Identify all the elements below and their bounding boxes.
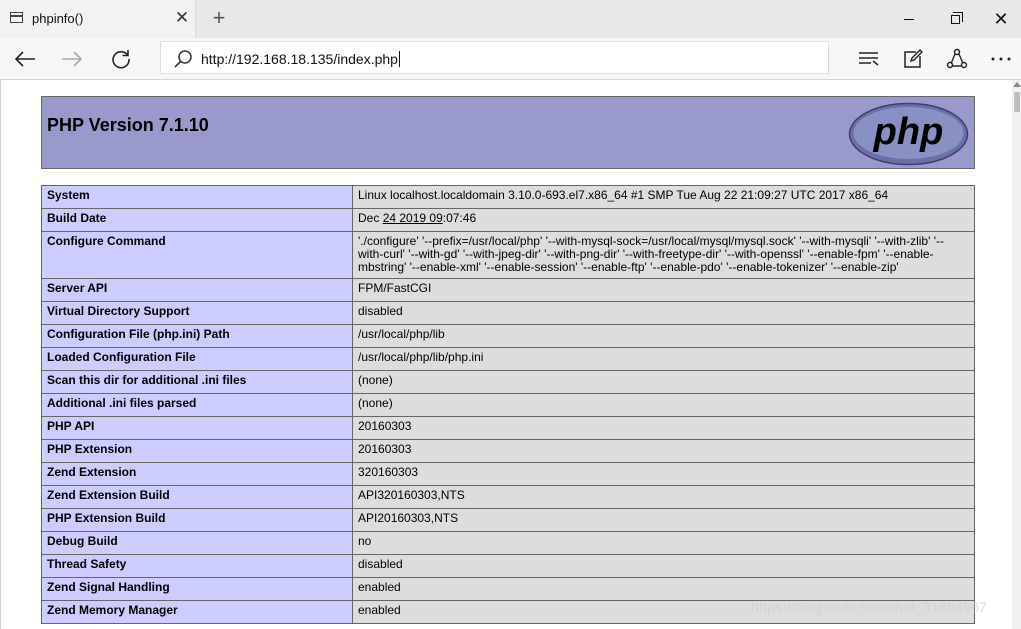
row-key: Loaded Configuration File: [41, 347, 353, 371]
refresh-button[interactable]: [106, 44, 136, 74]
row-key: Configuration File (php.ini) Path: [41, 324, 353, 348]
scroll-thumb[interactable]: [1014, 92, 1020, 112]
text-caret: [398, 51, 400, 67]
table-row: System Linux localhost.localdomain 3.10.0…: [41, 185, 975, 209]
row-key: Debug Build: [41, 531, 353, 555]
row-key: PHP Extension Build: [41, 508, 353, 532]
row-value: FPM/FastCGI: [352, 278, 975, 302]
search-icon: [174, 50, 192, 68]
row-value: Dec 24 2019 09:07:46: [352, 208, 975, 232]
hub-button[interactable]: [854, 44, 884, 74]
row-key: Additional .ini files parsed: [41, 393, 353, 417]
refresh-icon: [112, 50, 130, 69]
php-version-header: PHP Version 7.1.10 php: [41, 96, 975, 169]
table-row: Additional .ini files parsed (none): [41, 393, 975, 417]
value-underlined-text: 24 2019 09: [382, 211, 443, 225]
php-logo[interactable]: php: [848, 102, 969, 166]
address-bar[interactable]: http://192.168.18.135/index.php: [160, 41, 829, 74]
url-text[interactable]: http://192.168.18.135/index.php: [201, 51, 400, 67]
row-key: PHP Extension: [41, 439, 353, 463]
php-logo-text: php: [873, 111, 944, 153]
row-key: Zend Extension: [41, 462, 353, 486]
row-value: no: [352, 531, 975, 555]
hub-icon: [859, 52, 879, 66]
restore-button[interactable]: [932, 0, 978, 38]
row-value: 20160303: [352, 416, 975, 440]
table-row: Zend Signal Handling enabled: [41, 577, 975, 601]
value-text: Dec: [358, 211, 383, 225]
close-window-button[interactable]: ✕: [978, 0, 1021, 38]
row-value: (none): [352, 370, 975, 394]
table-row: Thread Safety disabled: [41, 554, 975, 578]
page-icon: [10, 12, 23, 23]
close-tab-icon[interactable]: ✕: [174, 8, 190, 28]
more-icon: [991, 57, 1011, 61]
share-button[interactable]: [942, 44, 972, 74]
value-text: :07:46: [442, 211, 477, 225]
php-info-table: System Linux localhost.localdomain 3.10.0…: [41, 185, 975, 624]
forward-arrow-icon: [62, 51, 83, 67]
browser-tab[interactable]: phpinfo() ✕: [0, 0, 196, 38]
minimize-button[interactable]: [886, 0, 932, 38]
share-icon: [946, 48, 968, 69]
row-key: Server API: [41, 278, 353, 302]
page-viewport: PHP Version 7.1.10 php System Linux local…: [0, 80, 1021, 629]
row-key: Configure Command: [41, 231, 353, 279]
row-key: Virtual Directory Support: [41, 301, 353, 325]
row-key: PHP API: [41, 416, 353, 440]
row-value: API320160303,NTS: [352, 485, 975, 509]
close-icon: ✕: [993, 8, 1009, 29]
row-value: 20160303: [352, 439, 975, 463]
row-key: Zend Memory Manager: [41, 600, 353, 624]
table-row: Loaded Configuration File/usr/local/php/…: [41, 347, 975, 371]
back-button[interactable]: [10, 44, 40, 74]
web-note-icon: [904, 49, 923, 68]
web-note-button[interactable]: [898, 44, 928, 74]
table-row: Debug Build no: [41, 531, 975, 555]
forward-button[interactable]: [57, 44, 87, 74]
new-tab-icon[interactable]: +: [208, 6, 230, 30]
minimize-icon: [904, 18, 914, 20]
table-row: Virtual Directory Support disabled: [41, 301, 975, 325]
row-value: Linux localhost.localdomain 3.10.0-693.e…: [352, 185, 975, 209]
table-row: Build Date Dec 24 2019 09:07:46: [41, 208, 975, 232]
row-value: 320160303: [352, 462, 975, 486]
row-key: Zend Signal Handling: [41, 577, 353, 601]
table-row: Scan this dir for additional .ini files(…: [41, 370, 975, 394]
page-title: PHP Version 7.1.10: [47, 115, 209, 135]
table-row: Configure Command './configure' '--prefix…: [41, 231, 975, 279]
row-value: enabled: [352, 577, 975, 601]
row-value: (none): [352, 393, 975, 417]
row-value: disabled: [352, 554, 975, 578]
navigation-bar: http://192.168.18.135/index.php: [0, 38, 1021, 80]
scroll-up-icon[interactable]: [1013, 82, 1021, 87]
vertical-scrollbar[interactable]: [1012, 80, 1021, 629]
back-arrow-icon: [14, 51, 35, 67]
table-row: Configuration File (php.ini) Path/usr/lo…: [41, 324, 975, 348]
table-row: PHP Extension Build API20160303,NTS: [41, 508, 975, 532]
row-key: Zend Extension Build: [41, 485, 353, 509]
restore-icon: [950, 11, 963, 24]
row-value: API20160303,NTS: [352, 508, 975, 532]
row-value: /usr/local/php/lib/php.ini: [352, 347, 975, 371]
table-row: PHP Extension 20160303: [41, 439, 975, 463]
row-key: System: [41, 185, 353, 209]
row-key: Build Date: [41, 208, 353, 232]
watermark: https://blog.csdn.net/sinat_31884967: [751, 599, 988, 615]
row-key: Scan this dir for additional .ini files: [41, 370, 353, 394]
tab-title: phpinfo(): [32, 11, 84, 26]
row-value: './configure' '--prefix=/usr/local/php' …: [352, 231, 975, 279]
tab-bar: phpinfo() ✕ + ✕: [0, 0, 1021, 38]
table-row: Zend Extension Build API320160303,NTS: [41, 485, 975, 509]
more-button[interactable]: [986, 44, 1016, 74]
row-value: disabled: [352, 301, 975, 325]
row-value: /usr/local/php/lib: [352, 324, 975, 348]
table-row: Zend Extension 320160303: [41, 462, 975, 486]
table-row: Server API FPM/FastCGI: [41, 278, 975, 302]
row-key: Thread Safety: [41, 554, 353, 578]
table-row: PHP API 20160303: [41, 416, 975, 440]
